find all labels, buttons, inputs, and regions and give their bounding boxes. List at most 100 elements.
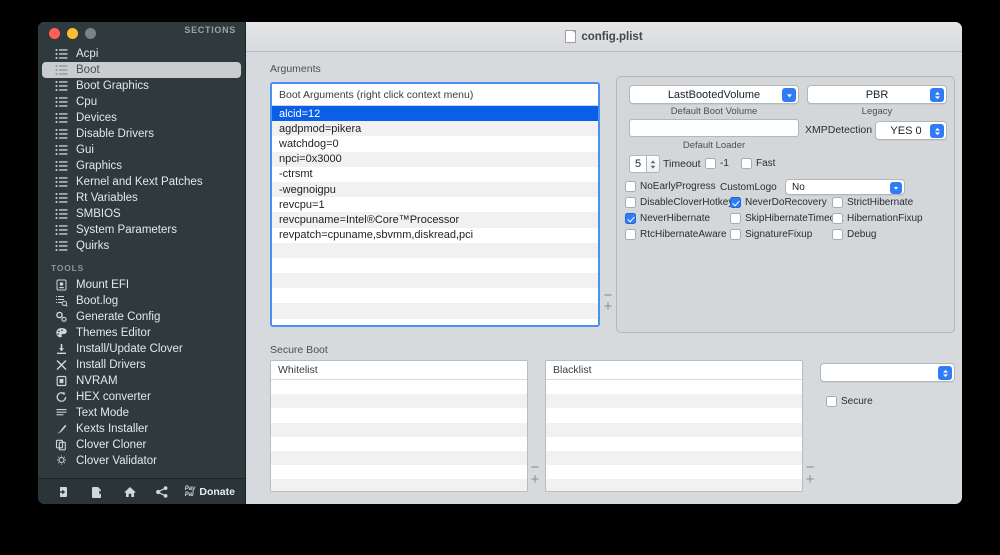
default-loader-input[interactable]: [629, 119, 799, 137]
sidebar-item-generate-config[interactable]: Generate Config: [42, 309, 241, 325]
sidebar-item-boot[interactable]: Boot: [42, 62, 241, 78]
table-row[interactable]: [546, 450, 802, 466]
default-boot-volume-select[interactable]: LastBootedVolume: [629, 85, 799, 104]
sidebar-item-disable-drivers[interactable]: Disable Drivers: [42, 126, 241, 142]
boot-argument-row[interactable]: watchdog=0: [272, 136, 598, 152]
share-button[interactable]: [146, 481, 179, 503]
stepper-chevrons-icon[interactable]: [930, 88, 944, 102]
sidebar-item-boot-log[interactable]: Boot.log: [42, 293, 241, 309]
timeout-value[interactable]: 5: [629, 155, 647, 173]
table-row[interactable]: [271, 408, 527, 423]
home-button[interactable]: [113, 481, 146, 503]
table-row[interactable]: [271, 380, 527, 395]
fast-checkbox[interactable]: Fast: [741, 158, 775, 169]
sidebar-item-clover-validator[interactable]: Clover Validator: [42, 453, 241, 469]
sidebar-item-kernel-and-kext-patches[interactable]: Kernel and Kext Patches: [42, 174, 241, 190]
add-argument-button[interactable]: +: [604, 299, 613, 314]
legacy-select[interactable]: PBR: [807, 85, 947, 104]
table-row[interactable]: [271, 436, 527, 451]
chevron-down-icon[interactable]: [890, 181, 902, 194]
sidebar-item-quirks[interactable]: Quirks: [42, 238, 241, 254]
table-row[interactable]: [546, 408, 802, 423]
chevron-down-icon[interactable]: [782, 88, 796, 102]
sidebar-item-boot-graphics[interactable]: Boot Graphics: [42, 78, 241, 94]
secure-boot-policy-select[interactable]: [820, 363, 955, 382]
never-hibernate-checkbox[interactable]: NeverHibernate: [625, 213, 710, 224]
sidebar-item-label: System Parameters: [76, 224, 177, 236]
table-row[interactable]: [546, 394, 802, 409]
boot-argument-row[interactable]: revcpu=1: [272, 197, 598, 213]
skip-hibernate-timeout-checkbox[interactable]: SkipHibernateTimeout: [730, 213, 844, 224]
table-row[interactable]: [546, 436, 802, 451]
no-early-progress-checkbox[interactable]: NoEarlyProgress: [625, 181, 716, 192]
sidebar-item-clover-cloner[interactable]: Clover Cloner: [42, 437, 241, 453]
sidebar-item-hex-converter[interactable]: HEX converter: [42, 389, 241, 405]
sidebar-item-mount-efi[interactable]: Mount EFI: [42, 277, 241, 293]
timeout-stepper[interactable]: [647, 155, 660, 173]
export-button[interactable]: [81, 481, 114, 503]
import-button[interactable]: [48, 481, 81, 503]
secure-checkbox[interactable]: Secure: [826, 396, 873, 407]
table-row[interactable]: [546, 465, 802, 480]
donate-button[interactable]: Pay Pal Donate: [185, 486, 235, 498]
boot-argument-row-empty[interactable]: [272, 318, 598, 325]
boot-arguments-list[interactable]: Boot Arguments (right click context menu…: [270, 82, 600, 327]
custom-logo-select[interactable]: No: [785, 179, 905, 195]
boot-argument-row-empty[interactable]: [272, 288, 598, 304]
sidebar-item-graphics[interactable]: Graphics: [42, 158, 241, 174]
boot-argument-row[interactable]: npci=0x3000: [272, 151, 598, 167]
stepper-chevrons-icon[interactable]: [938, 366, 952, 380]
sidebar-item-kexts-installer[interactable]: Kexts Installer: [42, 421, 241, 437]
table-row[interactable]: [271, 465, 527, 480]
boot-argument-row[interactable]: revpatch=cpuname,sbvmm,diskread,pci: [272, 227, 598, 243]
whitelist-table[interactable]: Whitelist: [270, 360, 528, 492]
sidebar-item-rt-variables[interactable]: Rt Variables: [42, 190, 241, 206]
boot-argument-row[interactable]: agdpmod=pikera: [272, 121, 598, 137]
sidebar-item-acpi[interactable]: Acpi: [42, 46, 241, 62]
table-row[interactable]: [271, 422, 527, 437]
boot-argument-row[interactable]: alcid=12: [272, 106, 598, 122]
table-row[interactable]: [271, 479, 527, 491]
rtc-hibernate-aware-checkbox[interactable]: RtcHibernateAware: [625, 229, 727, 240]
xmp-detection-select[interactable]: YES 0: [875, 121, 947, 140]
add-blacklist-button[interactable]: +: [806, 472, 815, 487]
minimize-button[interactable]: [67, 27, 78, 39]
sidebar-item-nvram[interactable]: NVRAM: [42, 373, 241, 389]
timeout-minus-one-checkbox[interactable]: -1: [705, 158, 729, 169]
sidebar-item-devices[interactable]: Devices: [42, 110, 241, 126]
table-row[interactable]: [546, 479, 802, 491]
hibernation-fixup-checkbox[interactable]: HibernationFixup: [832, 213, 923, 224]
sidebar-scroll[interactable]: Acpi Boot Boot Graphics Cpu Devices Disa…: [38, 44, 245, 478]
sidebar-item-themes-editor[interactable]: Themes Editor: [42, 325, 241, 341]
debug-checkbox[interactable]: Debug: [832, 229, 876, 240]
table-row[interactable]: [271, 450, 527, 466]
strict-hibernate-checkbox[interactable]: StrictHibernate: [832, 197, 913, 208]
never-do-recovery-checkbox[interactable]: NeverDoRecovery: [730, 197, 827, 208]
sidebar-item-smbios[interactable]: SMBIOS: [42, 206, 241, 222]
stepper-chevrons-icon[interactable]: [930, 124, 944, 138]
table-row[interactable]: [546, 380, 802, 395]
boot-argument-row-empty[interactable]: [272, 303, 598, 319]
boot-argument-row[interactable]: revcpuname=Intel®Core™Processor: [272, 212, 598, 228]
sidebar-item-gui[interactable]: Gui: [42, 142, 241, 158]
sidebar-item-system-parameters[interactable]: System Parameters: [42, 222, 241, 238]
checkbox-label: Debug: [847, 229, 877, 240]
boot-argument-row[interactable]: -wegnoigpu: [272, 181, 598, 198]
boot-argument-row-empty[interactable]: [272, 257, 598, 274]
sidebar-item-cpu[interactable]: Cpu: [42, 94, 241, 110]
sidebar-item-install-drivers[interactable]: Install Drivers: [42, 357, 241, 373]
sidebar-item-label: Rt Variables: [76, 192, 138, 204]
sidebar-item-text-mode[interactable]: Text Mode: [42, 405, 241, 421]
table-row[interactable]: [271, 394, 527, 409]
boot-argument-row[interactable]: -ctrsmt: [272, 166, 598, 182]
disable-clover-hotkeys-checkbox[interactable]: DisableCloverHotkeys: [625, 197, 738, 208]
boot-argument-row-empty[interactable]: [272, 273, 598, 289]
blacklist-table[interactable]: Blacklist: [545, 360, 803, 492]
boot-argument-row-empty[interactable]: [272, 242, 598, 258]
add-whitelist-button[interactable]: +: [531, 472, 540, 487]
table-row[interactable]: [546, 422, 802, 437]
close-button[interactable]: [49, 27, 60, 39]
signature-fixup-checkbox[interactable]: SignatureFixup: [730, 229, 812, 240]
window-controls[interactable]: [38, 27, 96, 39]
sidebar-item-install-update-clover[interactable]: Install/Update Clover: [42, 341, 241, 357]
